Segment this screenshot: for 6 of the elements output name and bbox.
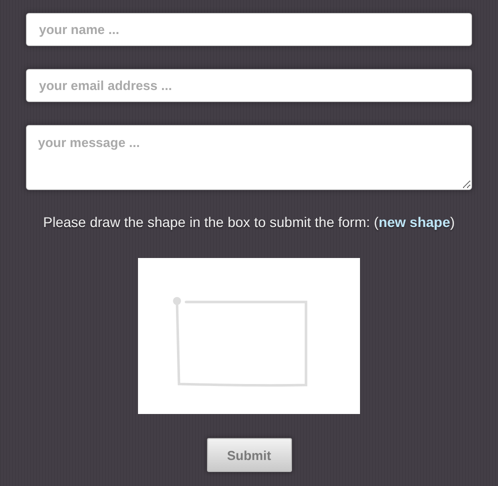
message-field[interactable]: your message ...	[26, 125, 472, 190]
drawing-canvas[interactable]	[138, 258, 360, 414]
new-shape-link[interactable]: new shape	[378, 214, 450, 230]
instruction-text: Please draw the shape in the box to submit the form: (new shape)	[43, 214, 455, 230]
text-field[interactable]: your name ...	[26, 13, 472, 46]
text-field[interactable]: your email address ...	[26, 69, 472, 102]
